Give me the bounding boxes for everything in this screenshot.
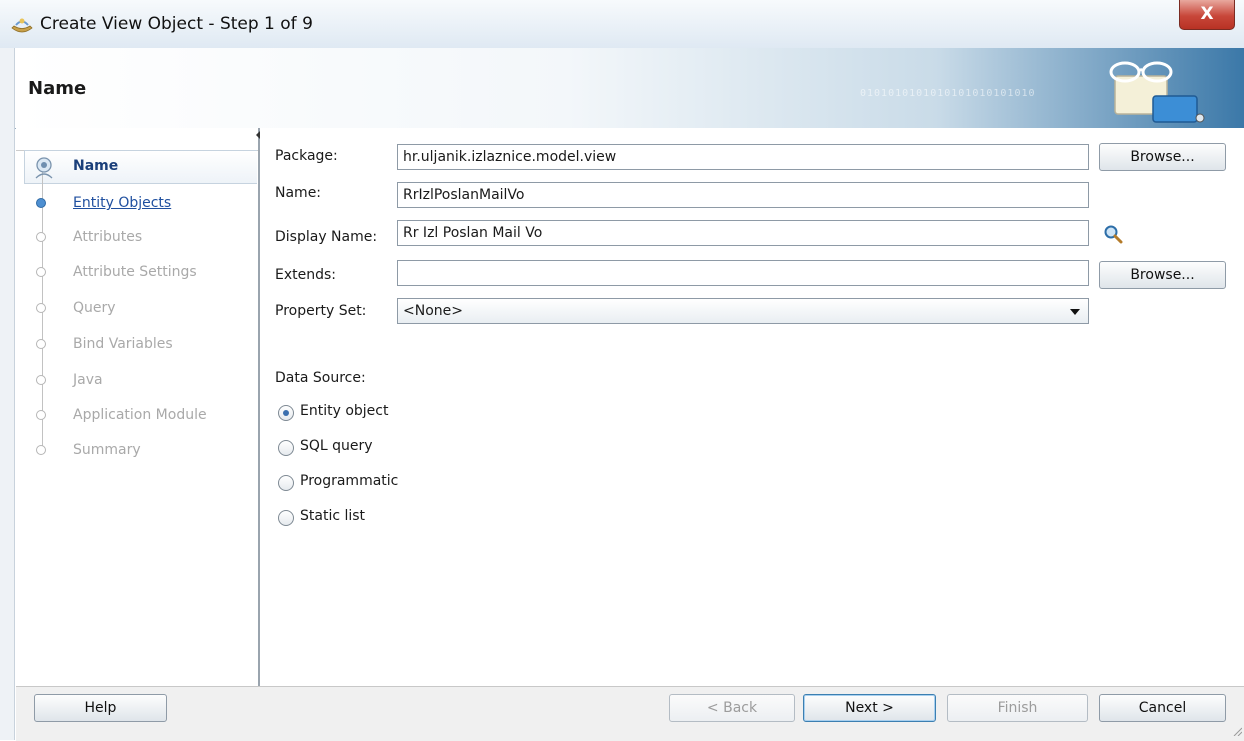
step-dot-icon xyxy=(36,410,46,420)
nav-step-label: Name xyxy=(73,158,119,174)
package-input[interactable]: hr.uljanik.izlaznice.model.view xyxy=(397,144,1089,170)
nav-step-bind-variables: Bind Variables xyxy=(16,330,259,360)
step-dot-icon xyxy=(36,267,46,277)
step-dot-icon xyxy=(36,303,46,313)
nav-step-label: Summary xyxy=(73,442,141,458)
nav-step-label: Java xyxy=(73,372,103,388)
nav-step-java: Java xyxy=(16,366,259,396)
dropdown-arrow-icon xyxy=(1070,309,1080,315)
close-window-button[interactable]: X xyxy=(1179,0,1235,30)
radio-label: Entity object xyxy=(300,403,389,419)
step-dot-icon xyxy=(36,339,46,349)
extends-label: Extends: xyxy=(275,267,337,283)
package-browse-button[interactable]: Browse... xyxy=(1099,143,1226,171)
step-banner: Name 0101010101010101010101010 xyxy=(15,48,1244,129)
package-label: Package: xyxy=(275,148,338,164)
help-button[interactable]: Help xyxy=(34,694,167,722)
step-dot-icon xyxy=(36,445,46,455)
nav-step-label: Bind Variables xyxy=(73,336,173,352)
radio-label: Static list xyxy=(300,508,366,524)
property-set-value: <None> xyxy=(403,303,463,319)
radio-button[interactable] xyxy=(278,510,294,526)
step-content-panel xyxy=(260,128,1244,686)
nav-step-application-module: Application Module xyxy=(16,401,259,431)
close-icon: X xyxy=(1200,4,1214,24)
nav-step-name[interactable]: Name xyxy=(16,152,259,182)
back-button[interactable]: < Back xyxy=(669,694,795,722)
current-step-icon xyxy=(35,157,53,179)
wizard-app-icon xyxy=(11,18,33,33)
nav-step-label: Attribute Settings xyxy=(73,264,197,280)
window-title: Create View Object - Step 1 of 9 xyxy=(40,14,313,34)
navigator-header xyxy=(16,128,259,151)
wizard-step-navigator: Name Entity Objects Attributes Attribute… xyxy=(16,128,260,686)
banner-binary-decoration: 0101010101010101010101010 xyxy=(860,88,1036,99)
display-name-input[interactable]: Rr Izl Poslan Mail Vo xyxy=(397,220,1089,246)
radio-button[interactable] xyxy=(278,440,294,456)
step-dot-icon xyxy=(36,198,46,208)
nav-step-label: Attributes xyxy=(73,229,143,245)
radio-button-checked[interactable] xyxy=(278,405,294,421)
nav-step-label: Entity Objects xyxy=(73,195,172,211)
next-button[interactable]: Next > xyxy=(803,694,936,722)
display-name-label: Display Name: xyxy=(275,229,378,245)
extends-browse-button[interactable]: Browse... xyxy=(1099,261,1226,289)
nav-step-attributes: Attributes xyxy=(16,223,259,253)
step-title: Name xyxy=(28,78,87,99)
step-dot-icon xyxy=(36,232,46,242)
nav-step-summary: Summary xyxy=(16,436,259,466)
window-titlebar: Create View Object - Step 1 of 9 X xyxy=(0,0,1244,49)
property-set-label: Property Set: xyxy=(275,303,367,319)
view-object-wizard-icon xyxy=(1109,61,1205,123)
radio-label: Programmatic xyxy=(300,473,399,489)
nav-step-query: Query xyxy=(16,294,259,324)
nav-step-entity-objects[interactable]: Entity Objects xyxy=(16,189,259,219)
resize-grip-icon[interactable] xyxy=(1232,726,1242,736)
window-left-edge xyxy=(0,48,15,740)
extends-input[interactable] xyxy=(397,260,1089,286)
property-set-select[interactable]: <None> xyxy=(397,298,1089,324)
data-source-label: Data Source: xyxy=(275,370,366,386)
search-icon[interactable] xyxy=(1103,224,1123,244)
radio-label: SQL query xyxy=(300,438,373,454)
name-label: Name: xyxy=(275,185,322,201)
nav-step-attribute-settings: Attribute Settings xyxy=(16,258,259,288)
radio-button[interactable] xyxy=(278,475,294,491)
finish-button[interactable]: Finish xyxy=(947,694,1088,722)
name-input[interactable]: RrIzlPoslanMailVo xyxy=(397,182,1089,208)
nav-step-label: Application Module xyxy=(73,407,207,423)
nav-step-label: Query xyxy=(73,300,116,316)
cancel-button[interactable]: Cancel xyxy=(1099,694,1226,722)
step-dot-icon xyxy=(36,375,46,385)
